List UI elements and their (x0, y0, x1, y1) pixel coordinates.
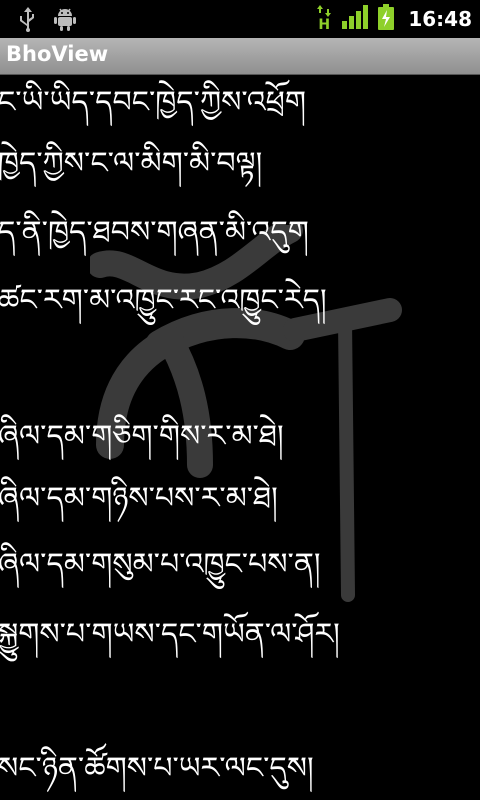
text-line: ང་ཡི་ཡིད་དབང་ཁྱེད་ཀྱིས་འཕྲོག (0, 85, 306, 120)
signal-icon (342, 5, 369, 33)
text-line: ཞིལ་དམ་གཉིས་པས་ར་མ་ཐེ། (0, 481, 278, 516)
app-title-bar: BhoView (0, 38, 480, 75)
usb-icon (18, 6, 38, 36)
text-line: སྐྱུགས་པ་གཡས་དང་གཡོན་ལ་ཤོར། (0, 617, 340, 652)
hspa-data-icon: H (316, 5, 332, 33)
text-line: ཞིལ་དམ་གསུམ་པ་འཁྱུང་པས་ན། (0, 547, 321, 582)
app-title: BhoView (6, 42, 109, 66)
text-line: ད་ནི་ཁྱེད་ཐབས་གཞན་མི་འདུག (0, 215, 309, 250)
clock: 16:48 (408, 7, 472, 31)
notification-icons (18, 6, 76, 36)
battery-charging-icon (378, 4, 395, 34)
text-line: ཁྱེད་ཀྱིས་ང་ལ་མིག་མི་བལྟ། (0, 146, 263, 181)
text-line: ཞིལ་དམ་གཅིག་གིས་ར་མ་ཐེ། (0, 419, 284, 454)
text-line: ཚང་རག་མ་འཁྱུང་རང་འཁྱུང་རེད། (0, 283, 327, 318)
text-line: སང་ཉིན་ཚོགས་པ་ཡར་ལང་དུས། (0, 751, 314, 786)
text-viewer[interactable]: ང་ཡི་ཡིད་དབང་ཁྱེད་ཀྱིས་འཕྲོག ཁྱེད་ཀྱིས་ང… (0, 75, 480, 800)
network-type-label: H (318, 17, 331, 33)
status-bar: H 16:48 (0, 0, 480, 38)
android-debug-icon (54, 7, 76, 35)
system-icons: H 16:48 (316, 4, 472, 34)
